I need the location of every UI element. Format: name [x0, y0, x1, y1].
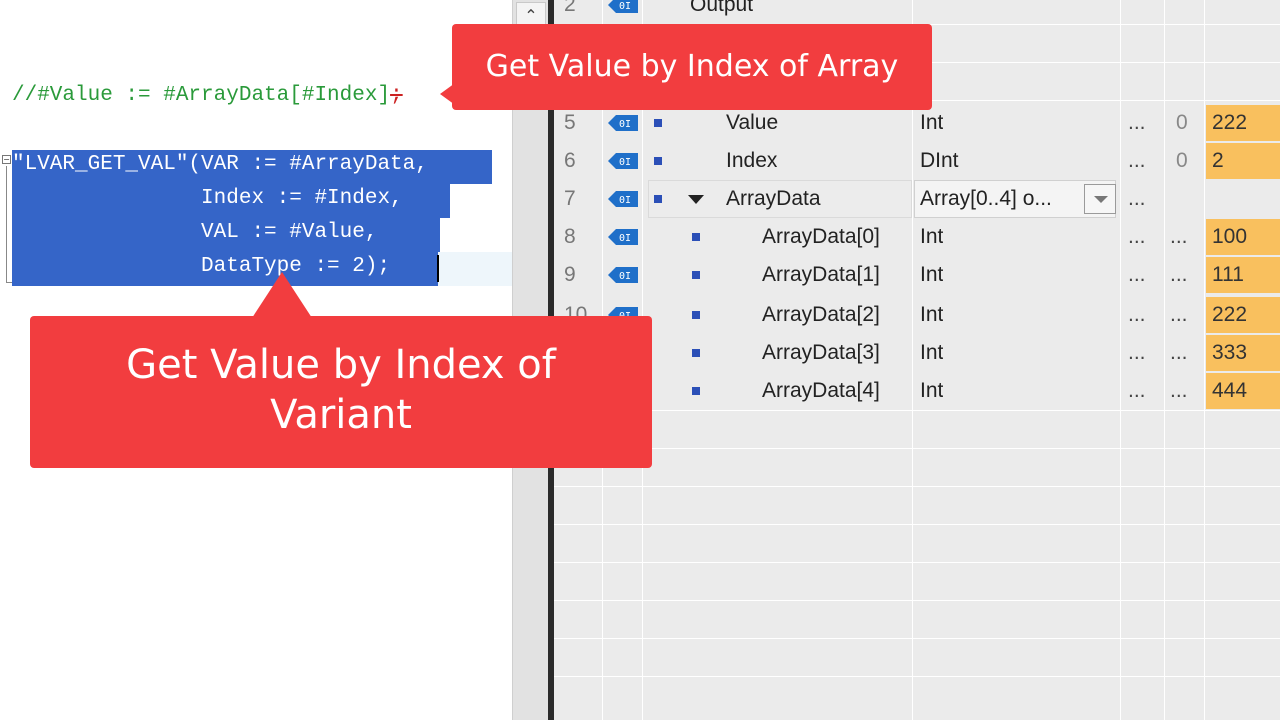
row-monitor-value[interactable]: 333	[1206, 335, 1280, 371]
grid-hline	[554, 448, 1280, 449]
row-monitor-value[interactable]: 444	[1206, 373, 1280, 409]
row-name[interactable]: Index	[726, 142, 777, 180]
row-type[interactable]: Int	[920, 256, 943, 294]
svg-text:0I: 0I	[619, 271, 631, 282]
row-type[interactable]: Int	[920, 218, 943, 256]
svg-text:0I: 0I	[619, 157, 631, 168]
bullet-icon	[692, 387, 700, 395]
row-number: 9	[564, 263, 576, 286]
row-name: Output	[690, 0, 754, 16]
row-dots[interactable]: ...	[1128, 256, 1146, 294]
callout-variant: Get Value by Index of Variant	[30, 316, 652, 468]
row-dots-2[interactable]: ...	[1170, 296, 1188, 334]
row-dots[interactable]: ...	[1128, 142, 1146, 180]
row-dots[interactable]: ...	[1128, 372, 1146, 410]
callout-variant-line-1: Get Value by Index of	[126, 342, 556, 388]
row-name[interactable]: ArrayData	[726, 180, 821, 218]
text-caret	[437, 255, 439, 282]
grid-hline	[554, 600, 1280, 601]
code-line-4[interactable]: DataType := 2);	[12, 255, 390, 278]
output-param-icon: 0I	[606, 187, 640, 211]
current-line-highlight	[438, 252, 512, 286]
row-monitor-value[interactable]: 222	[1206, 297, 1280, 333]
row-monitor-value[interactable]: 100	[1206, 219, 1280, 255]
output-param-icon: 0I	[606, 0, 640, 17]
table-row[interactable]: 11 0I ArrayData[3] Int ... ... 333	[554, 334, 1280, 372]
row-start-value[interactable]: 0	[1176, 104, 1188, 142]
callout-array: Get Value by Index of Array	[452, 24, 932, 110]
bullet-icon	[654, 157, 662, 165]
output-param-icon: 0I	[606, 111, 640, 135]
bullet-icon	[654, 119, 662, 127]
row-dots[interactable]: ...	[1128, 218, 1146, 256]
output-param-icon: 0I	[606, 263, 640, 287]
table-row[interactable]: 9 0I ArrayData[1] Int ... ... 111	[554, 256, 1280, 294]
row-name[interactable]: ArrayData[3]	[762, 334, 880, 372]
row-dots[interactable]: ...	[1128, 334, 1146, 372]
row-number: 8	[564, 225, 576, 248]
table-row[interactable]: 8 0I ArrayData[0] Int ... ... 100	[554, 218, 1280, 256]
code-line-3[interactable]: VAL := #Value,	[12, 221, 377, 244]
table-row[interactable]: 12 0I ArrayData[4] Int ... ... 444	[554, 372, 1280, 410]
svg-text:0I: 0I	[619, 195, 631, 206]
table-row-output[interactable]: 2 0I Output	[554, 0, 1280, 24]
comment-line[interactable]: //#Value := #ArrayData[#Index];	[12, 84, 403, 107]
row-name[interactable]: ArrayData[0]	[762, 218, 880, 256]
row-dots-2[interactable]: ...	[1170, 334, 1188, 372]
row-type[interactable]: Int	[920, 372, 943, 410]
callout-variant-pointer	[252, 272, 312, 318]
bullet-icon	[692, 349, 700, 357]
svg-text:0I: 0I	[619, 1, 631, 12]
svg-text:0I: 0I	[619, 119, 631, 130]
row-monitor-value[interactable]: 222	[1206, 105, 1280, 141]
row-monitor-value[interactable]: 2	[1206, 143, 1280, 179]
fold-guide	[6, 166, 7, 282]
bullet-icon	[692, 271, 700, 279]
bullet-icon	[654, 195, 662, 203]
row-type[interactable]: Int	[920, 334, 943, 372]
row-dots[interactable]: ...	[1128, 180, 1146, 218]
output-param-icon: 0I	[606, 149, 640, 173]
bullet-icon	[692, 233, 700, 241]
row-monitor-value[interactable]: 111	[1206, 257, 1280, 293]
table-row[interactable]: 10 0I ArrayData[2] Int ... ... 222	[554, 296, 1280, 334]
row-dots[interactable]: ...	[1128, 296, 1146, 334]
type-dropdown-button[interactable]	[1084, 184, 1116, 214]
row-name[interactable]: ArrayData[2]	[762, 296, 880, 334]
row-start-value[interactable]: 0	[1176, 142, 1188, 180]
row-number: 7	[564, 187, 576, 210]
table-row-arraydata[interactable]: 7 0I ArrayData Array[0..4] o... ...	[554, 180, 1280, 218]
row-dots-2[interactable]: ...	[1170, 218, 1188, 256]
row-name[interactable]: ArrayData[1]	[762, 256, 880, 294]
code-line-2[interactable]: Index := #Index,	[12, 187, 403, 210]
grid-hline	[554, 410, 1280, 411]
grid-hline	[554, 638, 1280, 639]
output-param-icon: 0I	[606, 225, 640, 249]
bullet-icon	[692, 311, 700, 319]
grid-hline	[554, 524, 1280, 525]
grid-hline	[554, 486, 1280, 487]
row-type[interactable]: DInt	[920, 142, 959, 180]
comment-tail: ;	[390, 84, 403, 107]
collapse-arrow-icon[interactable]	[688, 195, 704, 204]
fold-toggle-icon[interactable]: −	[2, 155, 11, 164]
grid-hline	[554, 676, 1280, 677]
code-line-1[interactable]: "LVAR_GET_VAL"(VAR := #ArrayData,	[12, 153, 428, 176]
callout-variant-line-2: Variant	[270, 392, 412, 438]
row-dots[interactable]: ...	[1128, 104, 1146, 142]
svg-text:0I: 0I	[619, 233, 631, 244]
row-number: 2	[564, 0, 576, 16]
row-number: 6	[564, 149, 576, 172]
table-row[interactable]: 6 0I Index DInt ... 0 2	[554, 142, 1280, 180]
row-name[interactable]: ArrayData[4]	[762, 372, 880, 410]
comment-code: //#Value := #ArrayData[#Index]	[12, 84, 391, 107]
row-type[interactable]: Array[0..4] o...	[920, 180, 1052, 218]
row-dots-2[interactable]: ...	[1170, 256, 1188, 294]
row-dots-2[interactable]: ...	[1170, 372, 1188, 410]
row-type[interactable]: Int	[920, 296, 943, 334]
grid-hline	[554, 562, 1280, 563]
